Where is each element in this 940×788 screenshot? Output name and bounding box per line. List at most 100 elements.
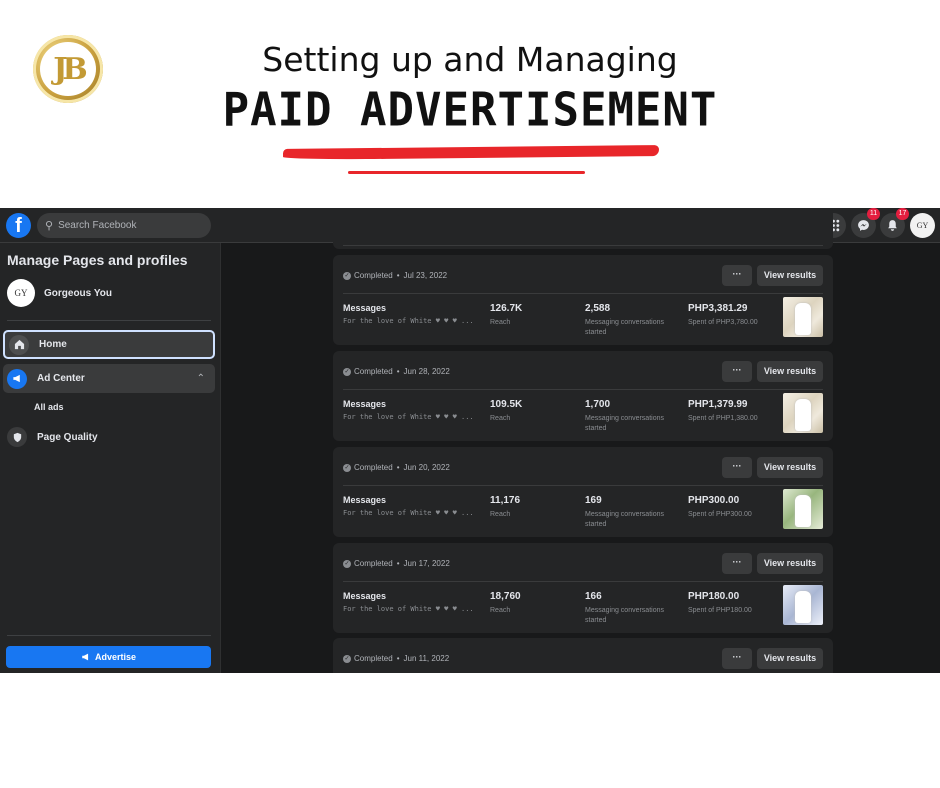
notifications-badge: 17 xyxy=(896,208,909,220)
sidebar: Manage Pages and profiles GY Gorgeous Yo… xyxy=(0,243,221,673)
spent-value: PHP3,381.29 xyxy=(688,303,748,314)
reach-value: 18,760 xyxy=(490,591,521,602)
megaphone-icon xyxy=(82,653,89,661)
page-switcher[interactable]: GY Gorgeous You xyxy=(7,279,112,307)
reach-value: 109.5K xyxy=(490,399,523,410)
more-options-button[interactable]: ··· xyxy=(722,553,752,574)
account-avatar[interactable]: GY xyxy=(910,213,935,238)
home-icon xyxy=(9,334,29,355)
ad-thumbnail[interactable] xyxy=(783,393,823,433)
messaging-label: Messaging conversations started xyxy=(585,511,664,528)
status-text: Completed xyxy=(354,559,393,568)
ad-thumbnail[interactable] xyxy=(783,297,823,337)
sidebar-item-label: Page Quality xyxy=(37,431,98,443)
facebook-logo-icon[interactable]: f xyxy=(6,213,31,238)
ad-card: ✓ Completed • Jun 28, 2022 ··· View resu… xyxy=(333,351,833,441)
card-divider xyxy=(343,293,823,294)
messaging-label: Messaging conversations started xyxy=(585,415,664,432)
spent-label: Spent of PHP180.00 xyxy=(688,607,752,614)
red-underline-swoosh xyxy=(282,145,660,160)
messenger-icon[interactable]: 11 xyxy=(851,208,880,238)
dress-image xyxy=(795,303,811,335)
ad-card: ✓ Completed • Jul 23, 2022 ··· View resu… xyxy=(333,255,833,345)
status-text: Completed xyxy=(354,463,393,472)
messenger-badge: 11 xyxy=(867,208,880,220)
megaphone-icon xyxy=(7,368,27,389)
ad-date: Jul 23, 2022 xyxy=(403,271,448,280)
check-circle-icon: ✓ xyxy=(343,367,351,376)
status-text: Completed xyxy=(354,654,393,663)
chevron-up-icon[interactable]: ⌃ xyxy=(197,373,205,384)
spent-label: Spent of PHP3,780.00 xyxy=(688,319,758,326)
headline-paid-advertisement: PAID ADVERTISEMENT xyxy=(222,83,718,138)
ad-card: ✓ Completed • Jun 11, 2022 ··· View resu… xyxy=(333,638,833,673)
search-box[interactable]: ⚲ xyxy=(37,213,211,238)
search-input[interactable] xyxy=(58,220,199,231)
spent-label: Spent of PHP300.00 xyxy=(688,511,752,518)
view-results-button[interactable]: View results xyxy=(757,553,823,574)
advertise-button[interactable]: Advertise xyxy=(6,646,211,668)
ad-status: ✓ Completed • Jun 28, 2022 xyxy=(343,367,450,376)
more-options-button[interactable]: ··· xyxy=(722,648,752,669)
ad-thumbnail[interactable] xyxy=(783,489,823,529)
ad-status: ✓ Completed • Jul 23, 2022 xyxy=(343,271,447,280)
sidebar-item-page-quality[interactable]: Page Quality xyxy=(7,427,98,447)
ad-status: ✓ Completed • Jun 20, 2022 xyxy=(343,463,450,472)
spent-value: PHP180.00 xyxy=(688,591,740,602)
ad-objective: Messages xyxy=(343,591,387,601)
sidebar-divider xyxy=(7,320,211,321)
ad-date: Jun 11, 2022 xyxy=(403,654,450,663)
page-name: Gorgeous You xyxy=(44,287,112,299)
ad-date: Jun 28, 2022 xyxy=(403,367,450,376)
sidebar-item-ad-center[interactable]: Ad Center ⌃ xyxy=(3,364,215,393)
more-options-button[interactable]: ··· xyxy=(722,265,752,286)
sidebar-item-home[interactable]: Home xyxy=(3,330,215,359)
card-divider xyxy=(343,245,823,246)
ad-thumbnail[interactable] xyxy=(783,585,823,625)
check-circle-icon: ✓ xyxy=(343,654,351,663)
spent-label: Spent of PHP1,380.00 xyxy=(688,415,758,422)
ad-objective: Messages xyxy=(343,495,387,505)
view-results-button[interactable]: View results xyxy=(757,265,823,286)
separator: • xyxy=(396,559,400,568)
messaging-value: 2,588 xyxy=(585,303,611,314)
ad-card: ✓ Completed • Jun 20, 2022 ··· View resu… xyxy=(333,447,833,537)
notifications-bell-icon[interactable]: 17 xyxy=(880,208,909,238)
ad-name: For the love of White ♥ ♥ ♥ ... xyxy=(343,509,474,517)
messaging-value: 169 xyxy=(585,495,602,506)
spent-value: PHP1,379.99 xyxy=(688,399,748,410)
red-underline-thin xyxy=(348,171,585,174)
more-options-button[interactable]: ··· xyxy=(722,361,752,382)
separator: • xyxy=(396,654,400,663)
status-text: Completed xyxy=(354,367,393,376)
more-options-button[interactable]: ··· xyxy=(722,457,752,478)
card-divider xyxy=(343,581,823,582)
dress-image xyxy=(795,591,811,623)
shield-icon xyxy=(7,427,27,447)
sidebar-item-label: Ad Center xyxy=(37,373,85,384)
advertise-label: Advertise xyxy=(94,652,137,662)
separator: • xyxy=(396,463,400,472)
facebook-screenshot: f ⚲ 11 17 GY Manage Pages xyxy=(0,208,940,673)
dress-image xyxy=(795,495,811,527)
ad-status: ✓ Completed • Jun 11, 2022 xyxy=(343,654,449,663)
ad-card: ✓ Completed • Jun 17, 2022 ··· View resu… xyxy=(333,543,833,633)
separator: • xyxy=(396,271,400,280)
separator: • xyxy=(396,367,400,376)
view-results-button[interactable]: View results xyxy=(757,457,823,478)
sidebar-item-all-ads[interactable]: All ads xyxy=(34,402,64,412)
reach-value: 11,176 xyxy=(490,495,521,506)
reach-label: Reach xyxy=(490,511,511,518)
sidebar-item-label: Home xyxy=(39,339,67,350)
view-results-button[interactable]: View results xyxy=(757,648,823,669)
card-divider xyxy=(343,389,823,390)
status-text: Completed xyxy=(354,271,393,280)
sidebar-title: Manage Pages and profiles xyxy=(7,252,188,268)
ad-date: Jun 20, 2022 xyxy=(403,463,450,472)
reach-label: Reach xyxy=(490,415,511,422)
view-results-button[interactable]: View results xyxy=(757,361,823,382)
ad-objective: Messages xyxy=(343,399,387,409)
page-avatar: GY xyxy=(7,279,35,307)
ad-card-partial xyxy=(333,208,833,249)
card-divider xyxy=(343,485,823,486)
